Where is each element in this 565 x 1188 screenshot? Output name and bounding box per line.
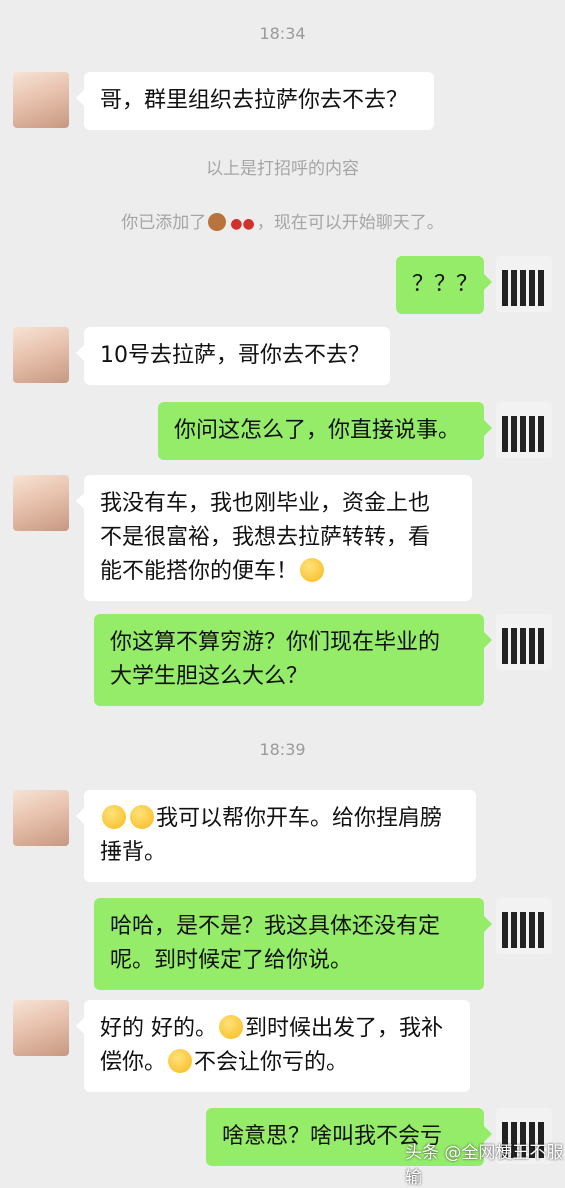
message-line: 捶背。 xyxy=(100,840,167,865)
message-bubble[interactable]: 10号去拉萨，哥你去不去？ xyxy=(76,327,390,385)
message-text: 哥，群里组织去拉萨你去不去？ xyxy=(100,88,409,113)
message-bubble[interactable]: 你这算不算穷游？你们现在毕业的 大学生胆这么大么？ xyxy=(94,614,492,706)
message-text: 偿你。 xyxy=(100,1050,167,1075)
message-line: 偿你。 不会让你亏的。 xyxy=(100,1046,454,1080)
message-bubble[interactable]: 我没有车，我也刚毕业，资金上也 不是很富裕，我想去拉萨转转，看 能不能搭你的便车… xyxy=(76,475,472,601)
avatar[interactable] xyxy=(13,475,69,531)
system-note-text: ，现在可以开始聊天了。 xyxy=(256,213,444,233)
message-bubble[interactable]: ？？？ xyxy=(396,256,492,314)
message-text: 能不能搭你的便车！ xyxy=(100,559,299,584)
message-line: 呢。到时候定了给你说。 xyxy=(110,948,353,973)
avatar-image xyxy=(502,416,544,452)
teary-face-emoji-icon xyxy=(102,805,126,829)
message-bubble[interactable]: 好的 好的。 到时候出发了，我补 偿你。 不会让你亏的。 xyxy=(76,1000,470,1092)
avatar[interactable] xyxy=(496,256,552,312)
bear-emoji-icon xyxy=(208,213,227,231)
avatar[interactable] xyxy=(13,327,69,383)
timestamp: 18:39 xyxy=(259,740,306,759)
message-line: 好的 好的。 到时候出发了，我补 xyxy=(100,1012,454,1046)
message-text: 好的 好的。 xyxy=(100,1016,217,1041)
message-line: 哈哈，是不是？我这具体还没有定 xyxy=(110,914,441,939)
message-line: 能不能搭你的便车！ xyxy=(100,555,456,589)
paw-prints-icon: ●● xyxy=(230,216,255,232)
avatar[interactable] xyxy=(496,402,552,458)
message-bubble[interactable]: 你问这怎么了，你直接说事。 xyxy=(158,402,492,460)
message-bubble[interactable]: 哥，群里组织去拉萨你去不去？ xyxy=(76,72,434,130)
message-text: 你问这怎么了，你直接说事。 xyxy=(174,418,461,443)
message-text: 我可以帮你开车。给你捏肩膀 xyxy=(156,806,443,831)
message-bubble[interactable]: 哈哈，是不是？我这具体还没有定 呢。到时候定了给你说。 xyxy=(94,898,492,990)
system-note: 你已添加了 ●● ，现在可以开始聊天了。 xyxy=(0,208,565,233)
avatar-image xyxy=(502,628,544,664)
message-bubble[interactable]: 我可以帮你开车。给你捏肩膀 捶背。 xyxy=(76,790,476,882)
heart-eyes-emoji-icon xyxy=(168,1049,193,1073)
avatar[interactable] xyxy=(13,790,69,846)
message-line: 不是很富裕，我想去拉萨转转，看 xyxy=(100,525,431,550)
message-line: 你这算不算穷游？你们现在毕业的 xyxy=(110,630,441,655)
smiling-face-emoji-icon xyxy=(219,1015,243,1039)
timestamp: 18:34 xyxy=(259,24,306,43)
message-text: 到时候出发了，我补 xyxy=(245,1016,444,1041)
system-note-text: 你已添加了 xyxy=(121,213,207,233)
watermark: 头条 @全网梗王不服输 xyxy=(405,1143,564,1188)
message-text: 不会让你亏的。 xyxy=(194,1050,349,1075)
message-line: 我可以帮你开车。给你捏肩膀 xyxy=(100,802,460,836)
message-line: 我没有车，我也刚毕业，资金上也 xyxy=(100,491,431,516)
avatar[interactable] xyxy=(496,898,552,954)
avatar-image xyxy=(502,912,544,948)
avatar[interactable] xyxy=(496,614,552,670)
avatar[interactable] xyxy=(13,1000,69,1056)
heart-eyes-emoji-icon xyxy=(300,558,325,582)
avatar[interactable] xyxy=(13,72,69,128)
message-text: 10号去拉萨，哥你去不去？ xyxy=(100,343,370,368)
system-note: 以上是打招呼的内容 xyxy=(206,159,359,179)
teary-face-emoji-icon xyxy=(130,805,154,829)
message-line: 大学生胆这么大么？ xyxy=(110,664,309,689)
message-text: ？？？ xyxy=(412,272,479,297)
avatar-image xyxy=(502,270,544,306)
